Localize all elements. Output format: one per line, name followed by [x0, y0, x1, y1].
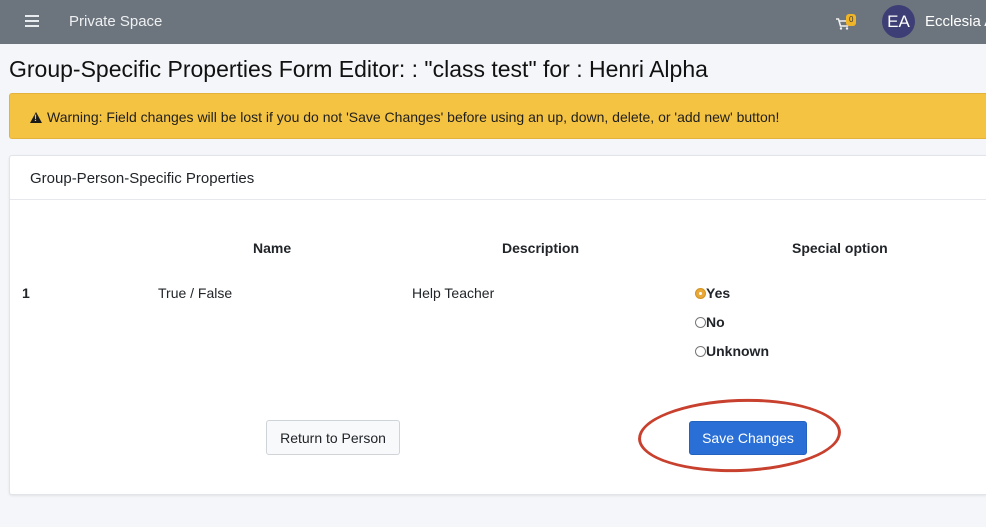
- card-header: Group-Person-Specific Properties: [10, 156, 986, 200]
- radio-label: Unknown: [706, 343, 769, 359]
- card-title: Group-Person-Specific Properties: [30, 170, 255, 187]
- radio-button-checked[interactable]: [695, 288, 706, 299]
- page-title: Group-Specific Properties Form Editor: :…: [9, 56, 708, 82]
- warning-triangle-icon: [30, 112, 42, 123]
- row-index: 1: [22, 285, 30, 301]
- hamburger-menu-icon[interactable]: [25, 15, 39, 27]
- column-header-special-option: Special option: [792, 240, 888, 256]
- top-navbar: Private Space 0 EA Ecclesia A: [0, 0, 986, 44]
- property-description: Help Teacher: [412, 285, 495, 301]
- column-header-description: Description: [502, 240, 580, 256]
- warning-alert: Warning: Field changes will be lost if y…: [9, 93, 986, 139]
- return-to-person-button[interactable]: Return to Person: [266, 420, 400, 455]
- radio-button[interactable]: [695, 346, 706, 357]
- column-header-name: Name: [253, 240, 292, 256]
- radio-option-unknown[interactable]: Unknown: [695, 342, 769, 360]
- radio-label: No: [706, 314, 725, 330]
- property-name: True / False: [158, 285, 233, 301]
- properties-card: Group-Person-Specific Properties Name De…: [9, 155, 986, 495]
- radio-label: Yes: [706, 285, 731, 301]
- cart-icon[interactable]: 0: [836, 14, 864, 32]
- warning-text: Warning: Field changes will be lost if y…: [47, 109, 780, 125]
- cart-count-badge: 0: [846, 14, 857, 26]
- navbar-brand[interactable]: Private Space: [69, 13, 162, 30]
- user-name[interactable]: Ecclesia A: [925, 13, 986, 30]
- radio-option-no[interactable]: No: [695, 313, 725, 331]
- radio-button[interactable]: [695, 317, 706, 328]
- user-avatar[interactable]: EA: [882, 5, 915, 38]
- save-changes-button[interactable]: Save Changes: [689, 421, 807, 455]
- radio-option-yes[interactable]: Yes: [695, 284, 730, 302]
